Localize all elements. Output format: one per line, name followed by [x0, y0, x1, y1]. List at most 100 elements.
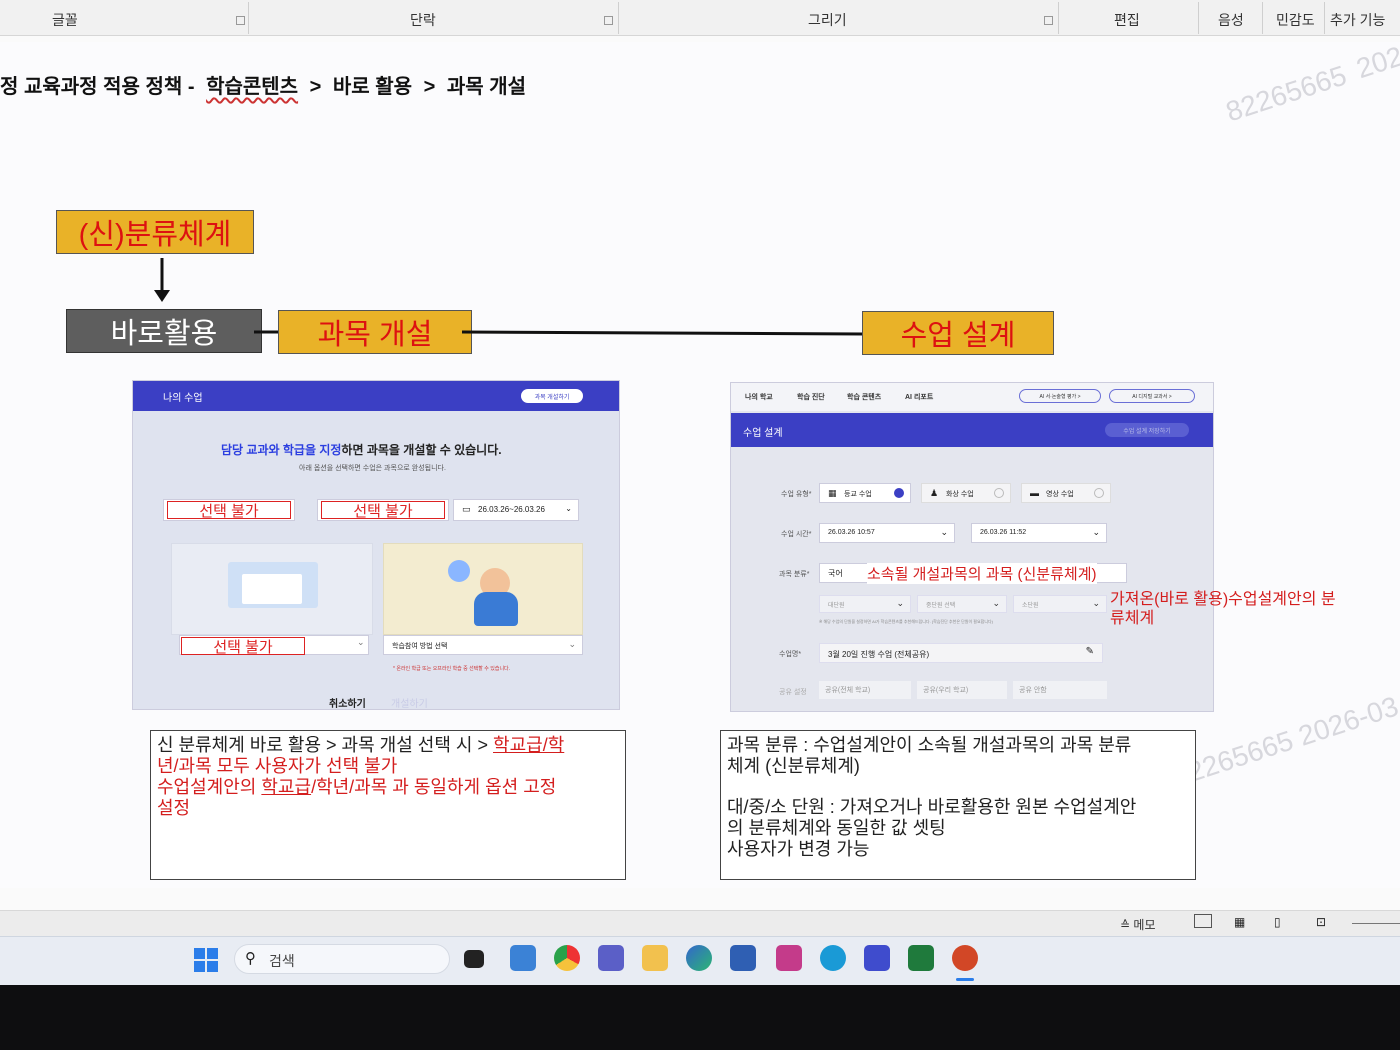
font-dialog-launcher-icon[interactable] [236, 16, 245, 25]
ribbon-group-voice[interactable]: 음성 [1218, 10, 1244, 30]
right-note-line1: 과목 분류 : 수업설계안이 소속될 개설과목의 과목 분류 [727, 735, 1132, 755]
ribbon-separator [1198, 2, 1199, 34]
type-option-label: 영상 수업 [1046, 491, 1074, 498]
direct-use-box: 바로활용 [66, 309, 262, 353]
ribbon-separator [1058, 2, 1059, 34]
class-design-screenshot: 나의 학교 학습 진단 학습 콘텐츠 AI 리포트 AI 서·논술형 평가 > … [730, 382, 1214, 712]
ai-essay-button[interactable]: AI 서·논술형 평가 > [1019, 389, 1101, 403]
store-icon[interactable] [730, 945, 756, 971]
task-view-icon[interactable] [464, 950, 484, 968]
chat-icon[interactable] [864, 945, 890, 971]
unit-minor-select[interactable]: 소단원 ⌄ [1013, 595, 1107, 613]
ribbon-separator [1324, 2, 1325, 34]
breadcrumb: 정 교육과정 적용 정책 - 학습콘텐츠 > 바로 활용 > 과목 개설 [0, 70, 526, 99]
ribbon-separator [618, 2, 619, 34]
type-option-label: 화상 수업 [946, 491, 974, 498]
select-blocked-label: 선택 불가 [167, 501, 291, 520]
long-right-arrow [461, 326, 876, 342]
ai-textbook-button[interactable]: AI 디지털 교과서 > [1109, 389, 1195, 403]
notes-button[interactable]: ≙ 메모 [1120, 916, 1156, 933]
ribbon-group-drawing[interactable]: 그리기 [808, 10, 847, 30]
type-option-inperson[interactable]: ▦ 등교 수업 [819, 483, 911, 503]
cancel-button[interactable]: 취소하기 [329, 695, 366, 709]
unit-minor-label: 소단원 [1022, 603, 1039, 609]
edge-icon[interactable] [686, 945, 712, 971]
ribbon-group-addins[interactable]: 추가 기능 [1330, 10, 1385, 30]
normal-view-icon[interactable] [1194, 914, 1212, 928]
start-time-select[interactable]: 26.03.26 10:57 ⌄ [819, 523, 955, 543]
taskbar-search[interactable]: ⚲ 검색 [234, 944, 450, 974]
share-option-school[interactable]: 공유(우리 학교) [917, 681, 1007, 699]
share-option-all[interactable]: 공유(전체 학교) [819, 681, 911, 699]
date-range-value: 26.03.26~26.03.26 [478, 505, 545, 514]
breadcrumb-part-course: 과목 개설 [446, 76, 527, 98]
m365-icon[interactable] [776, 945, 802, 971]
method-card[interactable] [383, 543, 583, 635]
type-option-recorded[interactable]: ▬ 영상 수업 [1021, 483, 1111, 503]
unit-major-label: 대단원 [828, 603, 845, 609]
breadcrumb-part-content: 학습콘텐츠 [206, 76, 299, 98]
excel-icon[interactable] [908, 945, 934, 971]
date-range-select[interactable]: 26.03.26~26.03.26 ▭ ⌄ [453, 499, 579, 521]
ribbon-group-font[interactable]: 글꼴 [52, 10, 78, 30]
course-header: 나의 수업 과목 개설하기 [133, 381, 619, 411]
edit-icon[interactable]: ✎ [1086, 646, 1094, 657]
right-note-line5: 사용자가 변경 가능 [727, 839, 870, 859]
left-note-line1a: 신 분류체계 바로 활용 > 과목 개설 선택 시 > [157, 735, 488, 755]
drawing-dialog-launcher-icon[interactable] [1044, 16, 1053, 25]
school-icon: ▦ [828, 488, 837, 498]
ribbon: 글꼴 단락 그리기 편집 음성 민감도 추가 기능 [0, 0, 1400, 36]
breadcrumb-prefix: 정 교육과정 적용 정책 - [0, 76, 195, 98]
nav-item-content[interactable]: 학습 콘텐츠 [847, 392, 881, 402]
end-time-select[interactable]: 26.03.26 11:52 ⌄ [971, 523, 1107, 543]
paragraph-dialog-launcher-icon[interactable] [604, 16, 613, 25]
powerpoint-icon[interactable] [952, 945, 978, 971]
teams-icon[interactable] [598, 945, 624, 971]
skype-icon[interactable] [820, 945, 846, 971]
nav-item-diagnosis[interactable]: 학습 진단 [797, 392, 825, 402]
reading-view-icon[interactable]: ▯ [1274, 915, 1281, 929]
ribbon-group-paragraph[interactable]: 단락 [410, 10, 436, 30]
unit-major-select[interactable]: 대단원 ⌄ [819, 595, 911, 613]
class-name-input[interactable]: 3월 20일 진행 수업 (전체공유) ✎ [819, 643, 1103, 663]
breadcrumb-part-direct: 바로 활용 [332, 76, 413, 98]
method-select[interactable]: 학습참여 방법 선택 ⌄ [383, 635, 583, 655]
type-option-label: 등교 수업 [844, 491, 872, 498]
nav-item-report[interactable]: AI 리포트 [905, 392, 933, 402]
class-name-label: 수업명* [779, 651, 802, 658]
open-button[interactable]: 개설하기 [391, 695, 428, 709]
subject-card[interactable] [171, 543, 373, 635]
slideshow-icon[interactable]: ⊡ [1316, 915, 1326, 929]
nav-item-school[interactable]: 나의 학교 [745, 392, 773, 402]
type-option-video-call[interactable]: ♟ 화상 수업 [921, 483, 1011, 503]
app-icon[interactable] [510, 945, 536, 971]
save-design-button[interactable]: 수업 설계 저장하기 [1105, 423, 1189, 437]
select-blocked-label: 선택 불가 [321, 501, 445, 520]
chevron-down-icon: ⌄ [357, 637, 365, 647]
radio-checked-icon [894, 488, 904, 498]
right-note-box: 과목 분류 : 수업설계안이 소속될 개설과목의 과목 분류 체계 (신분류체계… [720, 730, 1196, 880]
left-note-box: 신 분류체계 바로 활용 > 과목 개설 선택 시 > 학교급/학 년/과목 모… [150, 730, 626, 880]
unit-middle-select[interactable]: 중단원 선택 ⌄ [917, 595, 1007, 613]
right-note-line2: 체계 (신분류체계) [727, 756, 860, 776]
chevron-down-icon: ⌄ [1092, 527, 1100, 537]
search-placeholder: 검색 [269, 953, 295, 969]
open-course-button[interactable]: 과목 개설하기 [521, 389, 583, 403]
folder-icon[interactable] [642, 945, 668, 971]
chevron-down-icon: ⌄ [1092, 598, 1100, 608]
subject-class-value: 국어 [828, 569, 843, 578]
windows-start-icon[interactable] [194, 948, 218, 972]
share-option-none[interactable]: 공유 안함 [1013, 681, 1107, 699]
slide-sorter-icon[interactable]: ▦ [1234, 915, 1245, 929]
select-blocked-label: 선택 불가 [181, 637, 305, 656]
ribbon-separator [1262, 2, 1263, 34]
chrome-icon[interactable] [554, 945, 580, 971]
breadcrumb-separator: > [309, 76, 322, 98]
chevron-down-icon: ⌄ [992, 598, 1000, 608]
share-option-label: 공유(우리 학교) [923, 687, 969, 694]
ribbon-group-editing[interactable]: 편집 [1114, 10, 1140, 30]
zoom-slider[interactable] [1352, 923, 1400, 924]
design-header: 수업 설계 수업 설계 저장하기 [731, 413, 1213, 447]
course-open-screenshot: 나의 수업 과목 개설하기 담당 교과와 학급을 지정하면 과목을 개설할 수 … [132, 380, 620, 710]
ribbon-group-sensitivity[interactable]: 민감도 [1276, 10, 1315, 30]
